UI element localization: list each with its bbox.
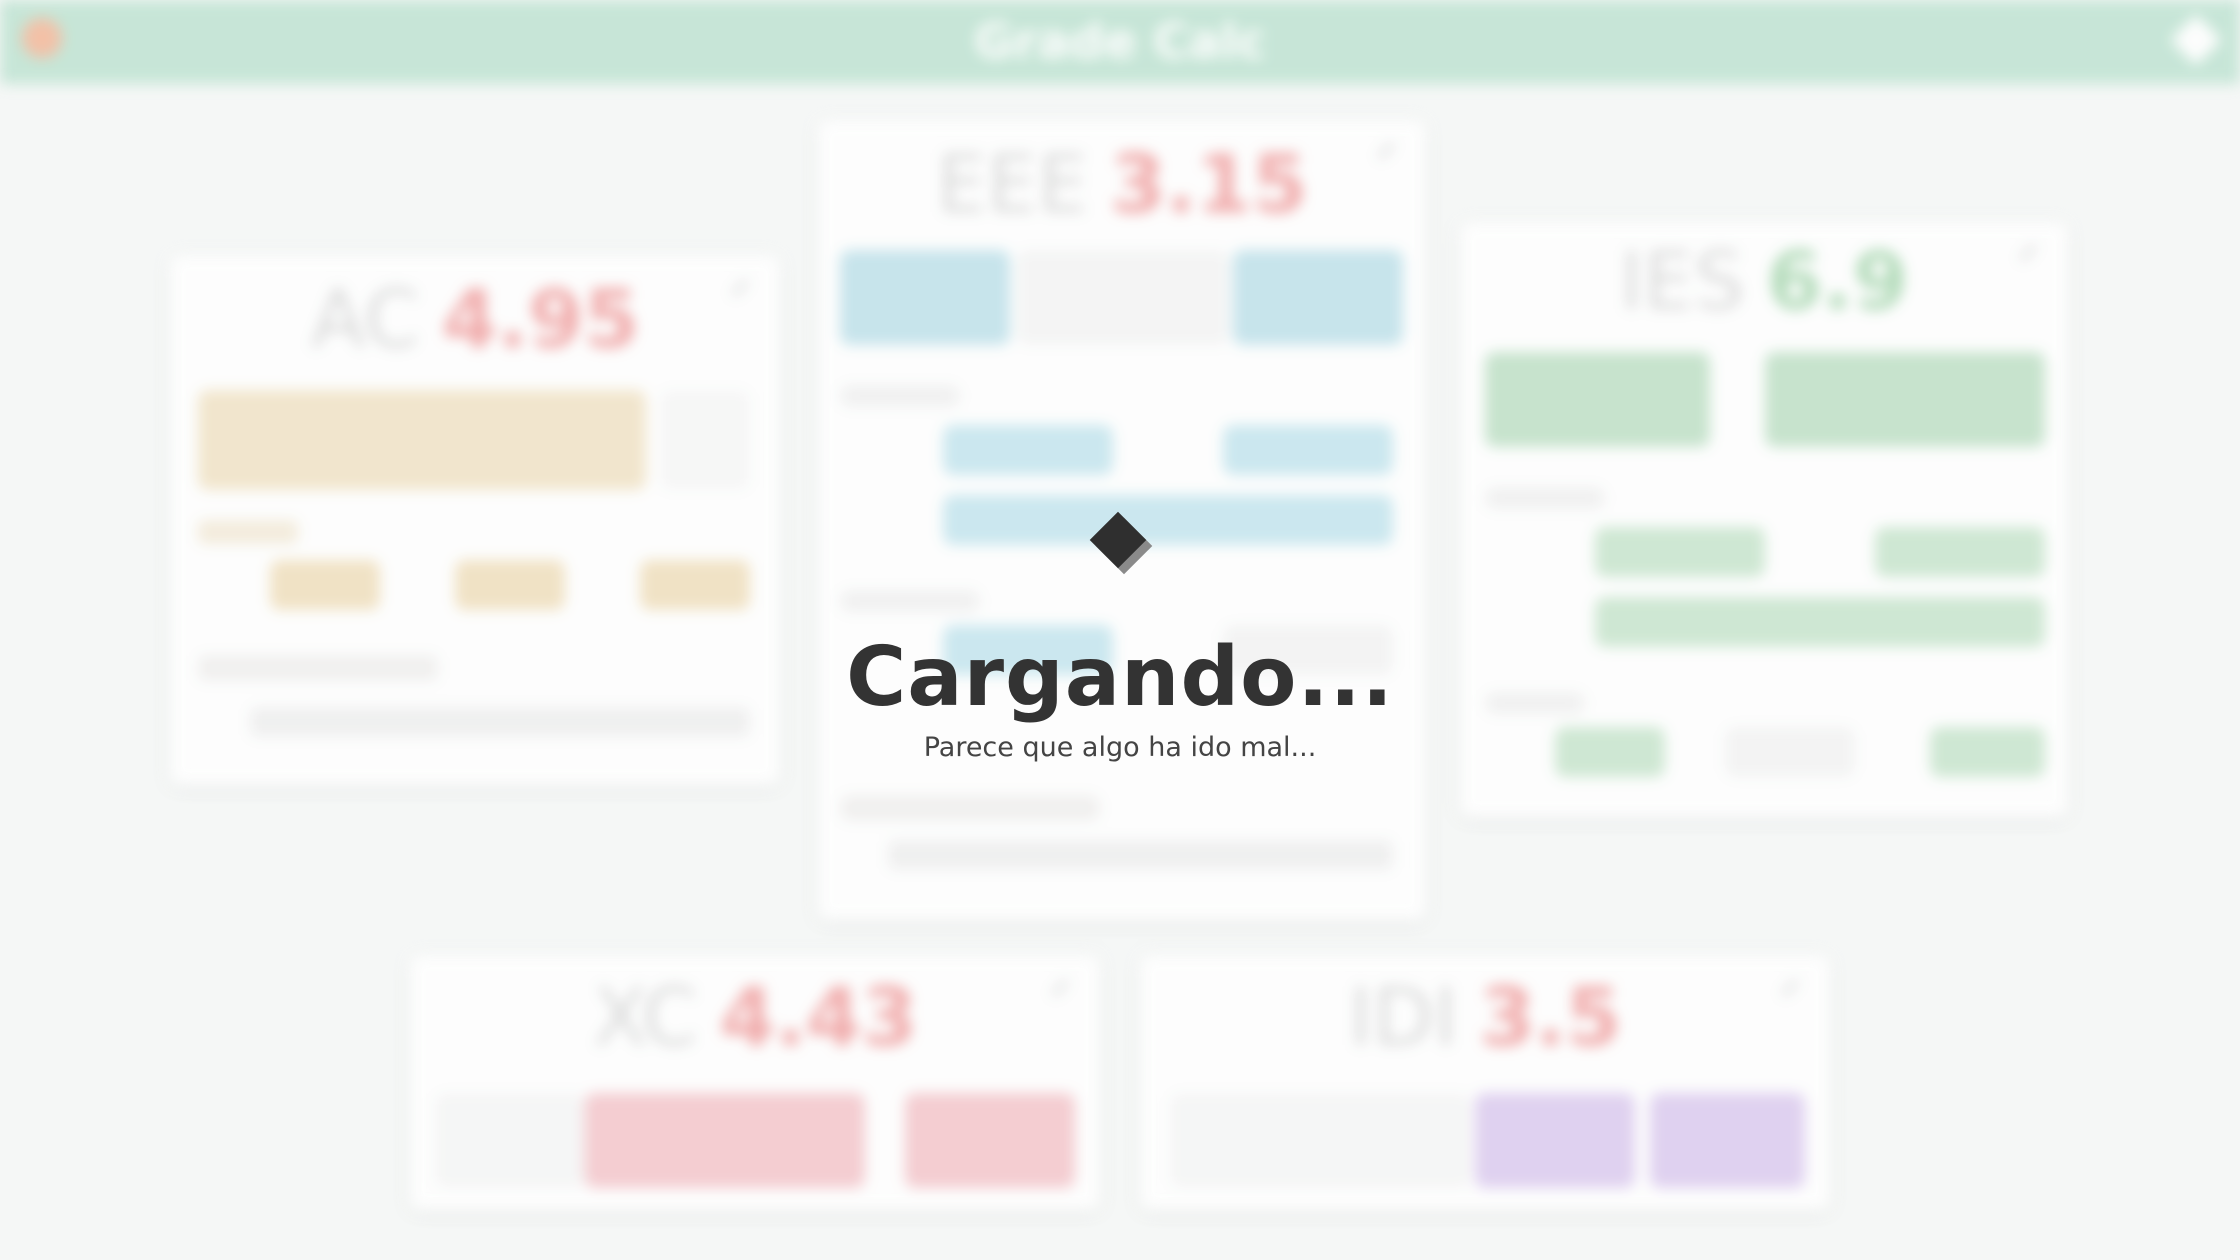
loading-overlay: Cargando... Parece que algo ha ido mal..… — [0, 0, 2240, 1260]
loading-title: Cargando... — [846, 630, 1394, 725]
loading-diamond-icon — [1089, 511, 1153, 575]
loading-subtitle: Parece que algo ha ido mal... — [923, 732, 1317, 763]
